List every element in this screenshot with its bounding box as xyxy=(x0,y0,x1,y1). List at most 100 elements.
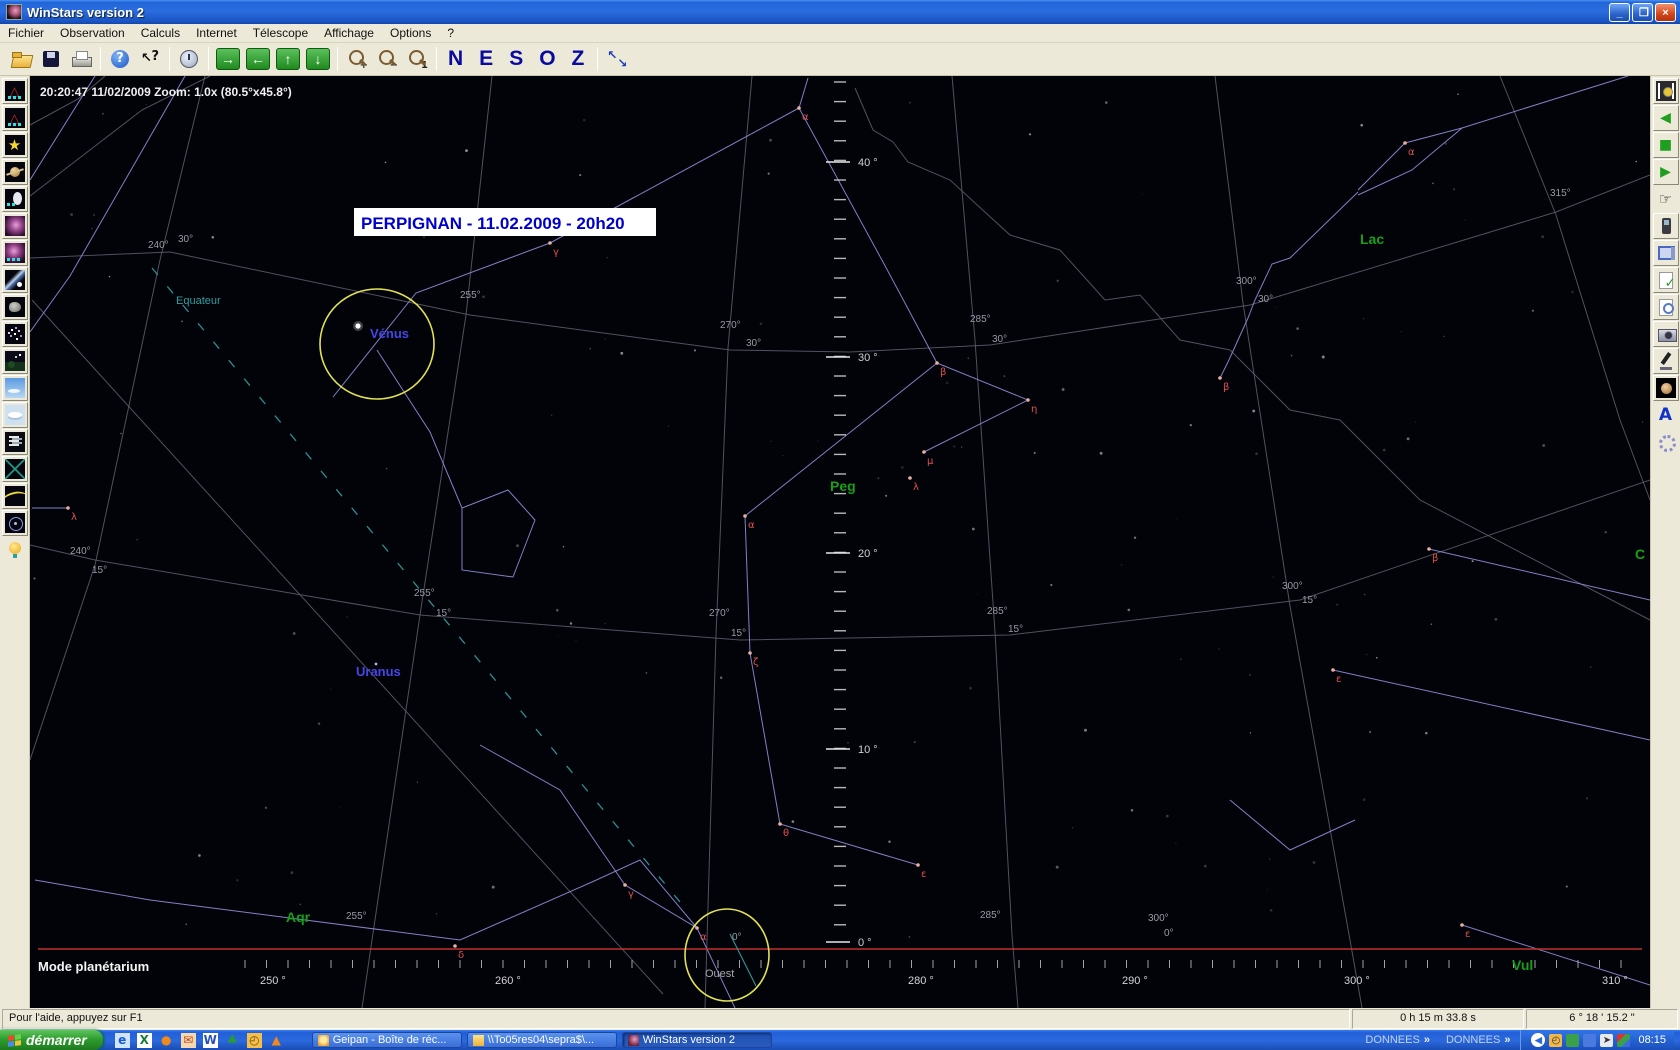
zoom-reset-button[interactable]: 1 xyxy=(402,45,432,73)
landscape-button[interactable] xyxy=(2,348,28,374)
word-quicklaunch-button[interactable]: W xyxy=(203,1033,218,1048)
minimize-button[interactable]: _ xyxy=(1609,3,1630,22)
stop-button[interactable]: ■ xyxy=(1653,132,1679,158)
ruler-button[interactable] xyxy=(2,429,28,455)
camera-button[interactable] xyxy=(1653,321,1679,347)
taskbar-task-clock-app[interactable]: Geipan - Boîte de réc... xyxy=(312,1032,462,1048)
device-button[interactable] xyxy=(1653,213,1679,239)
save-button[interactable] xyxy=(36,45,66,73)
document-search-button[interactable] xyxy=(1653,294,1679,320)
green-agent-tray-icon[interactable] xyxy=(1566,1034,1579,1047)
constellations-2-icon: △ xyxy=(5,108,25,128)
background-star xyxy=(972,528,975,531)
gear-button[interactable] xyxy=(1653,429,1679,455)
orbits-button[interactable] xyxy=(2,510,28,536)
internet-explorer-quicklaunch-button[interactable]: e xyxy=(115,1033,130,1048)
nebulae-1-button[interactable] xyxy=(2,213,28,239)
restore-button[interactable]: ❐ xyxy=(1632,3,1653,22)
comets-button[interactable] xyxy=(2,267,28,293)
clock-button[interactable] xyxy=(174,45,204,73)
ecliptic-button[interactable] xyxy=(2,483,28,509)
background-star xyxy=(347,616,348,617)
tray-toolbar-donnees[interactable]: DONNEES» xyxy=(1359,1034,1436,1046)
context-help-button[interactable] xyxy=(135,45,165,73)
hand-button[interactable]: ☞ xyxy=(1653,186,1679,212)
planets-button[interactable] xyxy=(2,159,28,185)
close-button[interactable]: × xyxy=(1655,3,1676,22)
play-back-button[interactable]: ◀ xyxy=(1653,105,1679,131)
hide-arrow-tray-icon[interactable]: ◀ xyxy=(1531,1033,1545,1047)
start-button[interactable]: démarrer xyxy=(0,1030,103,1050)
arrow-down-button[interactable]: ↓ xyxy=(303,45,333,73)
computer-button[interactable] xyxy=(1653,240,1679,266)
arrow-left-button[interactable]: ← xyxy=(243,45,273,73)
star-greek-label: ε xyxy=(1336,674,1341,685)
taskbar-task-winstars[interactable]: WinStars version 2 xyxy=(622,1032,772,1048)
compass-o-button[interactable]: O xyxy=(532,47,564,71)
satellites-button[interactable] xyxy=(2,186,28,212)
background-star xyxy=(423,236,425,238)
background-star xyxy=(909,102,911,104)
zoom-in-button[interactable]: + xyxy=(342,45,372,73)
excel-quicklaunch-button[interactable]: X xyxy=(137,1033,152,1048)
compass-n-button[interactable]: N xyxy=(441,47,472,71)
star-map[interactable]: 40 °30 °20 °10 °0 °250 °260 °280 °290 °3… xyxy=(30,76,1650,1008)
tray-toolbar-donnees[interactable]: DONNEES» xyxy=(1440,1034,1517,1046)
telescope-button[interactable] xyxy=(1653,348,1679,374)
background-star xyxy=(417,782,418,783)
open-folder-button[interactable] xyxy=(6,45,36,73)
grid-button[interactable] xyxy=(2,456,28,482)
clock-app-quicklaunch-button[interactable]: ◴ xyxy=(247,1033,262,1048)
compass-e-button[interactable]: E xyxy=(472,47,502,71)
atmosphere-button[interactable] xyxy=(2,402,28,428)
chevron-icon[interactable]: » xyxy=(1504,1034,1510,1046)
planet-image-button[interactable] xyxy=(1653,375,1679,401)
menu-item-observation[interactable]: Observation xyxy=(52,25,133,41)
constellations-2-button[interactable]: △ xyxy=(2,105,28,131)
stars-button[interactable]: ★ xyxy=(2,132,28,158)
compass-z-button[interactable]: Z xyxy=(565,47,594,71)
menu-item-calculs[interactable]: Calculs xyxy=(133,25,188,41)
pointer-tray-icon[interactable]: ➤ xyxy=(1600,1034,1613,1047)
help-icon xyxy=(109,48,131,70)
planet-image-icon xyxy=(1656,378,1676,398)
nebulae-2-button[interactable] xyxy=(2,240,28,266)
menu-item-options[interactable]: Options xyxy=(382,25,439,41)
constellations-1-button[interactable]: △ xyxy=(2,78,28,104)
mail-app-quicklaunch-button[interactable]: ✉ xyxy=(181,1033,196,1048)
firefox-quicklaunch-button[interactable]: ● xyxy=(159,1033,174,1048)
menu-item-tlescope[interactable]: Télescope xyxy=(245,25,316,41)
check-document-button[interactable] xyxy=(1653,267,1679,293)
taskbar-task-folder[interactable]: \\To05res04\sepra$\... xyxy=(467,1032,617,1048)
tree-app-quicklaunch-button[interactable]: ♣ xyxy=(225,1033,240,1048)
menu-item-?[interactable]: ? xyxy=(439,25,462,41)
network-tray-icon[interactable] xyxy=(1583,1034,1596,1047)
letter-A-button[interactable]: A xyxy=(1653,402,1679,428)
expand-button[interactable] xyxy=(602,45,632,73)
background-star xyxy=(1105,101,1108,104)
menu-item-fichier[interactable]: Fichier xyxy=(0,25,52,41)
film-button[interactable] xyxy=(1653,78,1679,104)
play-button[interactable]: ▶ xyxy=(1653,159,1679,185)
arrow-up-button[interactable]: ↑ xyxy=(273,45,303,73)
color-app-tray-icon[interactable] xyxy=(1617,1034,1630,1047)
arrow-right-button[interactable]: → xyxy=(213,45,243,73)
star-greek-label: α xyxy=(748,520,755,531)
vlc-cone-quicklaunch-button[interactable]: ▲ xyxy=(269,1033,284,1048)
menu-item-affichage[interactable]: Affichage xyxy=(316,25,382,41)
star-greek-label: δ xyxy=(458,950,464,961)
print-button[interactable] xyxy=(66,45,96,73)
clock-tray-tray-icon[interactable]: ◴ xyxy=(1549,1034,1562,1047)
chevron-icon[interactable]: » xyxy=(1424,1034,1430,1046)
menu-item-internet[interactable]: Internet xyxy=(188,25,245,41)
background-star xyxy=(1472,560,1474,562)
background-star xyxy=(1453,188,1455,190)
compass-s-button[interactable]: S xyxy=(502,47,532,71)
asteroids-button[interactable] xyxy=(2,294,28,320)
daylight-button[interactable] xyxy=(2,375,28,401)
grid-icon xyxy=(5,459,25,479)
star-clusters-button[interactable] xyxy=(2,321,28,347)
bulb-button[interactable] xyxy=(2,537,28,563)
zoom-out-button[interactable]: − xyxy=(372,45,402,73)
help-button[interactable] xyxy=(105,45,135,73)
